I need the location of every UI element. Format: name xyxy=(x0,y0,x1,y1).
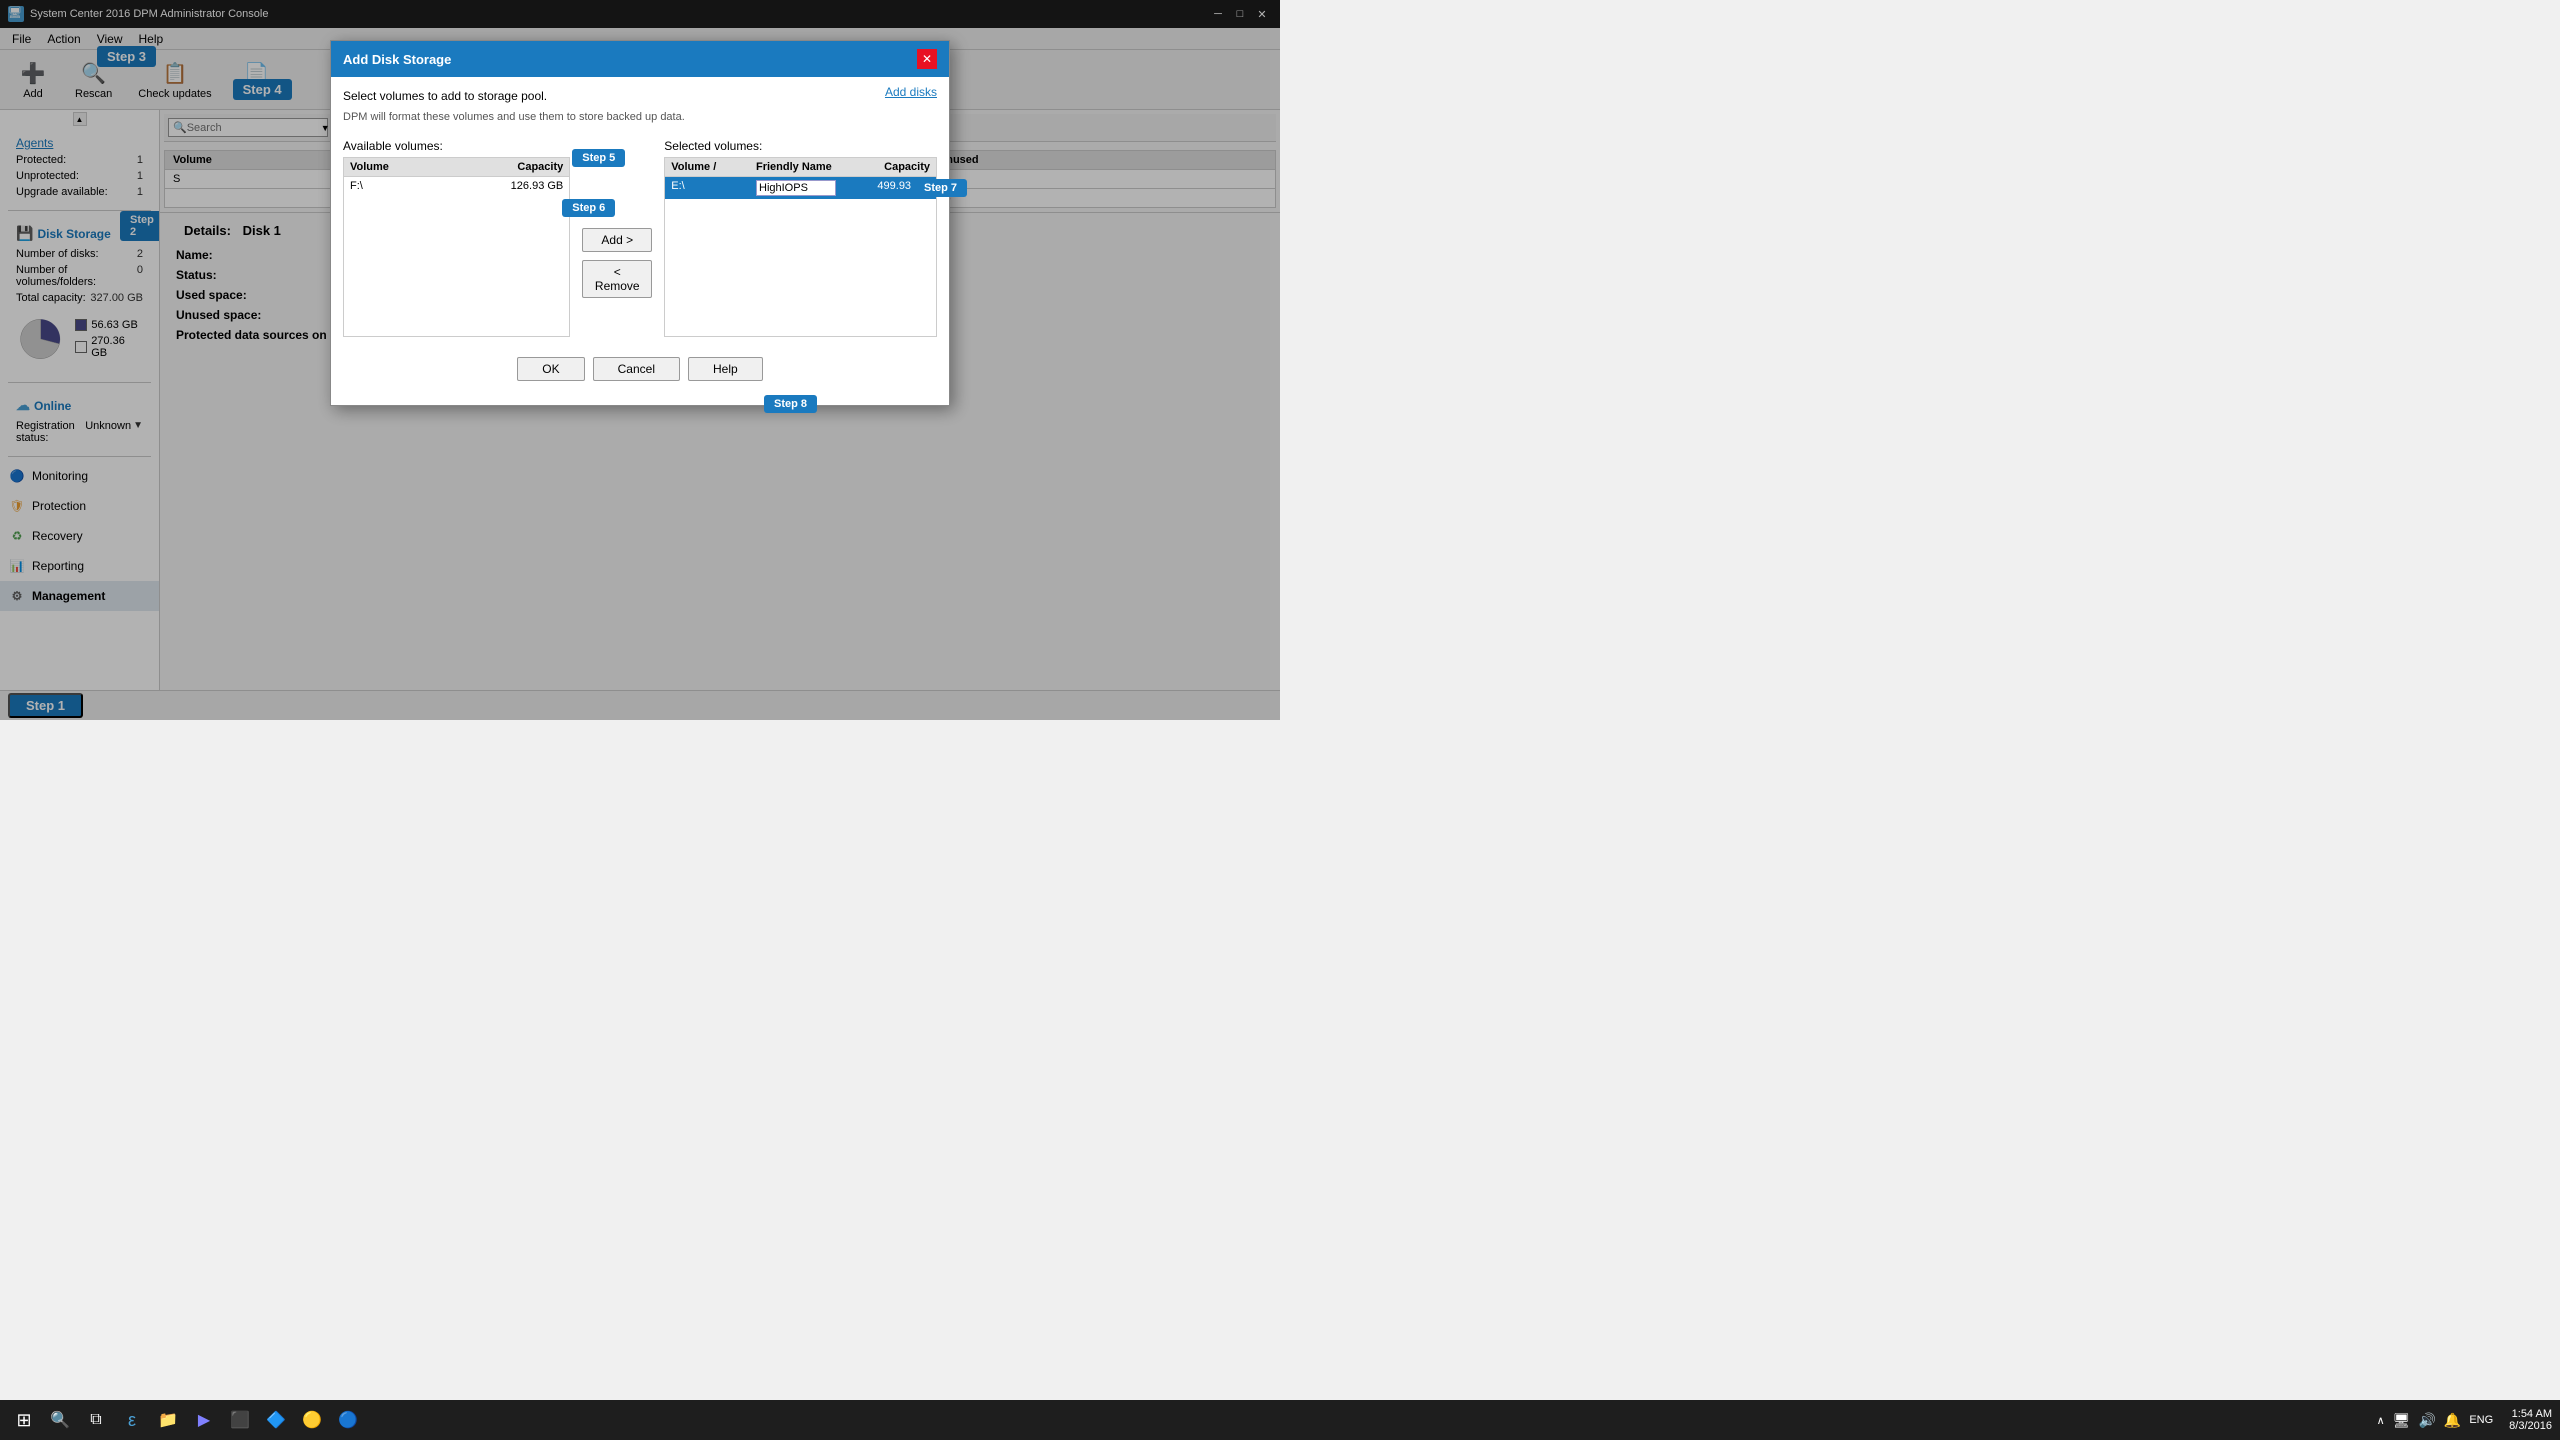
selected-volumes-label: Selected volumes: xyxy=(664,139,937,153)
volume-icon[interactable]: 🔊 xyxy=(2418,1412,2435,1429)
taskbar-chevron[interactable]: ∧ xyxy=(2377,1414,2385,1427)
app3-icon: 🟡 xyxy=(302,1410,322,1430)
edge-icon: ε xyxy=(128,1410,136,1431)
modal-close-button[interactable]: ✕ xyxy=(917,49,937,69)
taskbar-app2[interactable]: 🔷 xyxy=(260,1404,292,1436)
taskbar-time-display: 1:54 AM xyxy=(2509,1408,2552,1420)
taskbar-app3[interactable]: 🟡 xyxy=(296,1404,328,1436)
step6-badge: Step 6 xyxy=(562,199,615,217)
avail-col-volume: Volume xyxy=(350,161,465,173)
notification-icon[interactable]: 🔔 xyxy=(2444,1412,2461,1429)
powershell-icon: ▶ xyxy=(198,1410,210,1430)
taskbar: ⊞ 🔍 ⧉ ε 📁 ▶ ⬛ 🔷 🟡 🔵 ∧ 🖥 🔊 🔔 ENG 1:54 AM … xyxy=(0,1400,2560,1440)
modal-footer: OK Cancel Help Step 8 xyxy=(343,349,937,393)
explorer-icon: 📁 xyxy=(158,1410,178,1430)
taskbar-app1[interactable]: ⬛ xyxy=(224,1404,256,1436)
taskbar-dpm[interactable]: 🔵 xyxy=(332,1404,364,1436)
taskbar-start-button[interactable]: ⊞ xyxy=(8,1404,40,1436)
sel-col-capacity: Capacity xyxy=(850,161,930,173)
taskbar-powershell[interactable]: ▶ xyxy=(188,1404,220,1436)
available-panel-header: Volume Capacity xyxy=(344,158,569,177)
available-volumes-panel: Volume Capacity F:\ 126.93 GB xyxy=(343,157,570,337)
sel-col-volume: Volume / xyxy=(671,161,752,173)
taskbar-date-display: 8/3/2016 xyxy=(2509,1420,2552,1432)
modal-panels-container: Available volumes: Volume Capacity F:\ 1… xyxy=(343,139,937,337)
taskbar-task-view[interactable]: ⧉ xyxy=(80,1404,112,1436)
avail-row1-capacity: 126.93 GB xyxy=(473,180,563,192)
taskbar-edge[interactable]: ε xyxy=(116,1404,148,1436)
remove-volume-button[interactable]: < Remove xyxy=(582,260,652,298)
modal-overlay: Add Disk Storage ✕ Select volumes to add… xyxy=(0,0,1280,720)
ok-button[interactable]: OK xyxy=(517,357,584,381)
modal-arrow-buttons: x Add > < Remove Step 5 Step 6 xyxy=(582,139,652,337)
selected-volumes-panel: Volume / Friendly Name Capacity E:\ 499.… xyxy=(664,157,937,337)
modal-body: Select volumes to add to storage pool. D… xyxy=(331,77,949,405)
taskbar-explorer[interactable]: 📁 xyxy=(152,1404,184,1436)
add-disk-storage-modal: Add Disk Storage ✕ Select volumes to add… xyxy=(330,40,950,406)
lang-label: ENG xyxy=(2469,1414,2493,1426)
help-button[interactable]: Help xyxy=(688,357,763,381)
selected-panel-header: Volume / Friendly Name Capacity xyxy=(665,158,936,177)
add-volume-button[interactable]: Add > xyxy=(582,228,652,252)
taskbar-search-icon: 🔍 xyxy=(50,1410,70,1430)
task-view-icon: ⧉ xyxy=(90,1411,101,1429)
step7-badge: Step 7 xyxy=(914,179,967,197)
available-volumes-section: Available volumes: Volume Capacity F:\ 1… xyxy=(343,139,570,337)
taskbar-clock: 1:54 AM 8/3/2016 xyxy=(2509,1408,2552,1432)
step5-badge: Step 5 xyxy=(572,149,625,167)
modal-description2: DPM will format these volumes and use th… xyxy=(343,111,685,123)
app1-icon: ⬛ xyxy=(230,1410,250,1430)
avail-col-capacity: Capacity xyxy=(473,161,563,173)
sel-col-friendly: Friendly Name xyxy=(756,161,846,173)
available-volumes-label: Available volumes: xyxy=(343,139,570,153)
cancel-button[interactable]: Cancel xyxy=(593,357,680,381)
modal-title-text: Add Disk Storage xyxy=(343,52,451,67)
available-row-1[interactable]: F:\ 126.93 GB xyxy=(344,177,569,195)
taskbar-search-button[interactable]: 🔍 xyxy=(44,1404,76,1436)
modal-title-bar: Add Disk Storage ✕ xyxy=(331,41,949,77)
selected-row-1[interactable]: E:\ 499.93 GB xyxy=(665,177,936,199)
app2-icon: 🔷 xyxy=(266,1410,286,1430)
selected-volumes-section: Selected volumes: Volume / Friendly Name… xyxy=(664,139,937,337)
step8-badge: Step 8 xyxy=(764,395,817,413)
windows-icon: ⊞ xyxy=(16,1410,31,1431)
sel-row1-volume: E:\ xyxy=(671,180,752,196)
network-icon: 🖥 xyxy=(2393,1412,2411,1429)
dpm-icon: 🔵 xyxy=(338,1410,358,1430)
add-disks-link[interactable]: Add disks xyxy=(885,85,937,99)
sel-row1-friendly[interactable] xyxy=(756,180,846,196)
friendly-name-input[interactable] xyxy=(756,180,836,196)
taskbar-system-icons: ∧ 🖥 🔊 🔔 ENG 1:54 AM 8/3/2016 xyxy=(2377,1408,2552,1432)
modal-description: Select volumes to add to storage pool. xyxy=(343,89,685,103)
avail-row1-volume: F:\ xyxy=(350,180,465,192)
